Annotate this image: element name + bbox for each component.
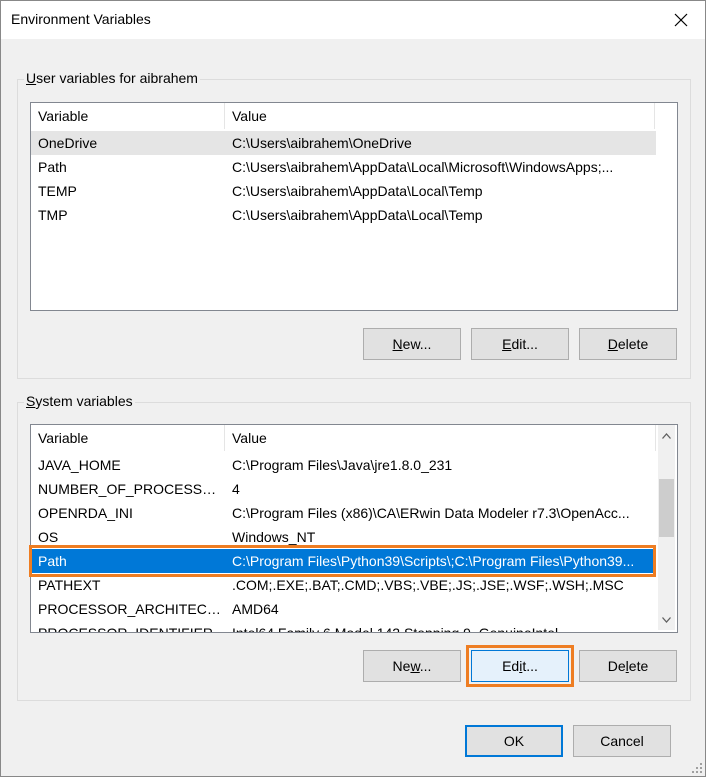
user-variables-label: User variables for aibrahem [24,70,200,86]
table-row[interactable]: OneDrive C:\Users\aibrahem\OneDrive [31,131,656,155]
variable-value: C:\Program Files\Java\jre1.8.0_231 [232,457,453,473]
table-row[interactable]: PROCESSOR_IDENTIFIER Intel64 Family 6 Mo… [31,621,656,633]
table-row-selected[interactable]: Path C:\Program Files\Python39\Scripts\;… [31,549,656,573]
user-variables-header: Variable Value [31,103,677,129]
variable-name: NUMBER_OF_PROCESSORS [38,481,225,497]
scroll-down-arrow[interactable] [658,611,675,628]
variable-value: C:\Users\aibrahem\AppData\Local\Microsof… [232,159,614,175]
variable-name: OneDrive [38,135,98,151]
vertical-scrollbar[interactable] [658,425,675,630]
variable-name: TEMP [38,183,77,199]
scroll-thumb[interactable] [659,479,674,537]
system-variables-list[interactable]: Variable Value JAVA_HOME C:\Program File… [30,424,678,633]
column-header-value[interactable]: Value [225,425,656,451]
table-row[interactable]: TEMP C:\Users\aibrahem\AppData\Local\Tem… [31,179,656,203]
environment-variables-dialog: Environment Variables User variables for… [0,0,706,777]
user-variables-list[interactable]: Variable Value OneDrive C:\Users\aibrahe… [30,102,678,311]
window-title: Environment Variables [11,11,151,27]
system-delete-button[interactable]: Delete [579,650,677,682]
variable-value: C:\Users\aibrahem\OneDrive [232,135,412,151]
variable-value: C:\Users\aibrahem\AppData\Local\Temp [232,207,483,223]
variable-name: PROCESSOR_ARCHITECTU... [38,601,225,617]
column-header-variable[interactable]: Variable [31,103,225,129]
title-bar: Environment Variables [1,1,705,39]
table-row[interactable]: OPENRDA_INI C:\Program Files (x86)\CA\ER… [31,501,656,525]
close-icon [674,13,688,27]
variable-name: Path [38,159,67,175]
variable-value: AMD64 [232,601,279,617]
variable-value: C:\Users\aibrahem\AppData\Local\Temp [232,183,483,199]
user-variables-rows: OneDrive C:\Users\aibrahem\OneDrive Path… [31,131,656,227]
system-variables-rows: JAVA_HOME C:\Program Files\Java\jre1.8.0… [31,453,656,633]
variable-value: 4 [232,481,240,497]
variable-name: PROCESSOR_IDENTIFIER [38,625,214,633]
column-header-variable[interactable]: Variable [31,425,225,451]
variable-name: OPENRDA_INI [38,505,133,521]
table-row[interactable]: TMP C:\Users\aibrahem\AppData\Local\Temp [31,203,656,227]
variable-name: TMP [38,207,68,223]
table-row[interactable]: NUMBER_OF_PROCESSORS 4 [31,477,656,501]
variable-value: .COM;.EXE;.BAT;.CMD;.VBS;.VBE;.JS;.JSE;.… [232,577,624,593]
table-row[interactable]: JAVA_HOME C:\Program Files\Java\jre1.8.0… [31,453,656,477]
chevron-up-icon [662,432,671,439]
variable-name: PATHEXT [38,577,101,593]
table-row[interactable]: Path C:\Users\aibrahem\AppData\Local\Mic… [31,155,656,179]
table-row[interactable]: PROCESSOR_ARCHITECTU... AMD64 [31,597,656,621]
scroll-up-arrow[interactable] [658,427,675,444]
variable-name: Path [38,553,67,569]
system-edit-button[interactable]: Edit... [471,650,569,682]
user-edit-button[interactable]: Edit... [471,328,569,360]
system-new-button[interactable]: New... [363,650,461,682]
variable-value: C:\Program Files\Python39\Scripts\;C:\Pr… [232,553,635,569]
system-variables-label: System variables [24,393,135,409]
variable-value: Windows_NT [232,529,316,545]
variable-name: JAVA_HOME [38,457,121,473]
variable-value: Intel64 Family 6 Model 142 Stepping 9, G… [232,625,559,633]
close-button[interactable] [665,5,697,35]
table-row[interactable]: PATHEXT .COM;.EXE;.BAT;.CMD;.VBS;.VBE;.J… [31,573,656,597]
column-header-value[interactable]: Value [225,103,655,129]
user-new-button[interactable]: New... [363,328,461,360]
variable-value: C:\Program Files (x86)\CA\ERwin Data Mod… [232,505,630,521]
system-variables-header: Variable Value [31,425,656,451]
resize-grip-icon[interactable] [691,762,703,774]
variable-name: OS [38,529,59,545]
cancel-button[interactable]: Cancel [573,725,671,757]
table-row[interactable]: OS Windows_NT [31,525,656,549]
chevron-down-icon [662,616,671,623]
user-delete-button[interactable]: Delete [579,328,677,360]
ok-button[interactable]: OK [465,725,563,757]
